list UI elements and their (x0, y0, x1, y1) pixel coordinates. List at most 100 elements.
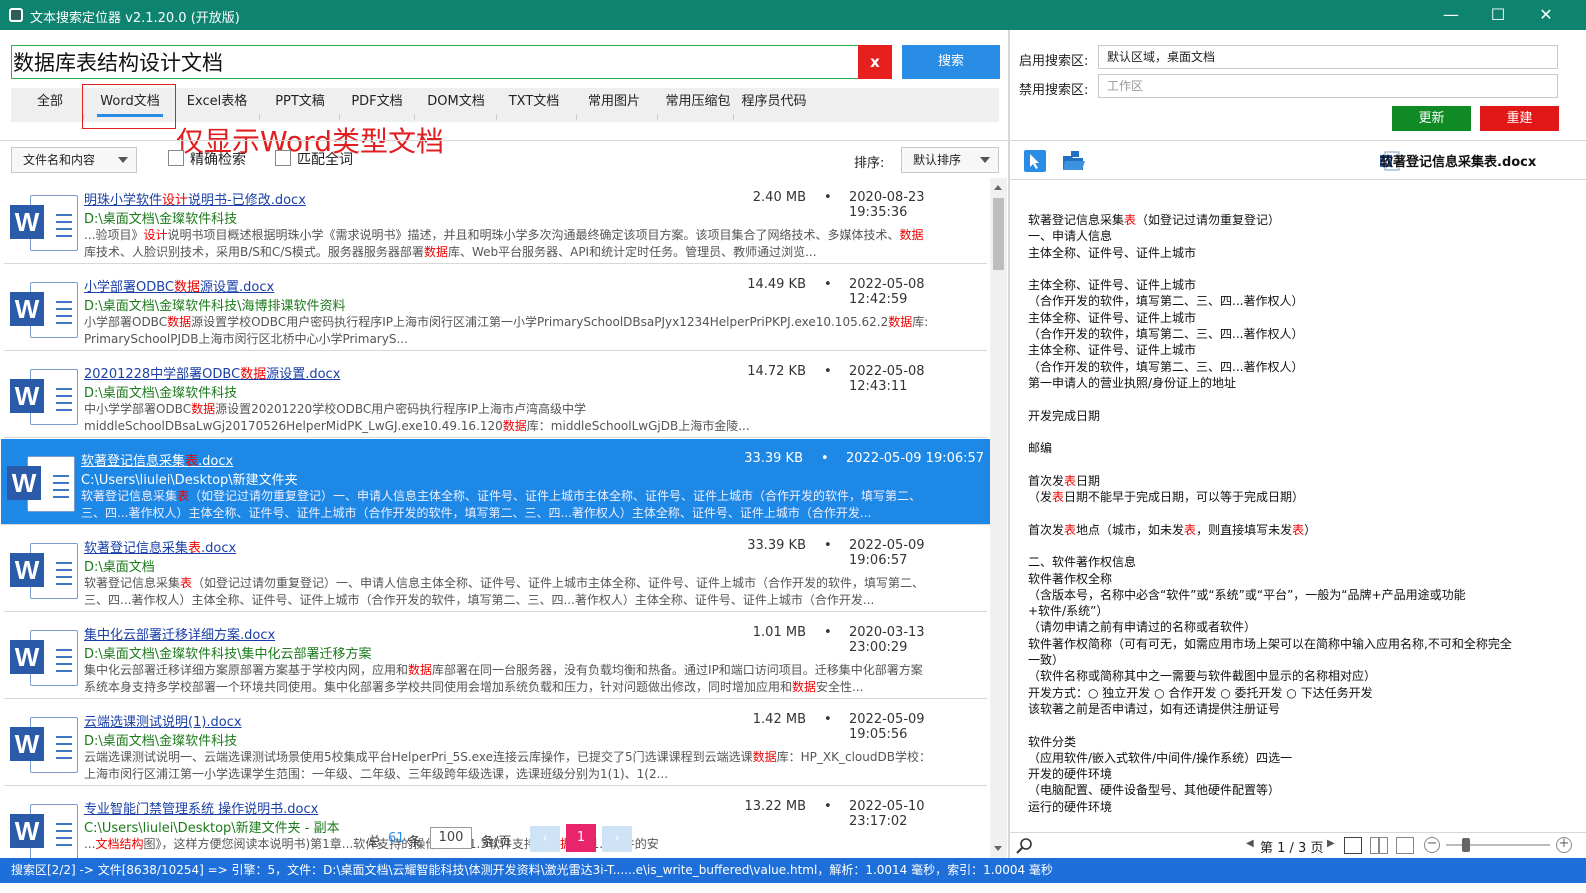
file-name-link[interactable]: 明珠小学软件设计说明书-已修改.docx (84, 189, 306, 208)
preview-text: 开发完成日期 (1028, 408, 1101, 423)
enable-area-field[interactable]: 默认区域，桌面文档 (1098, 45, 1558, 69)
highlight-text: 数据 (888, 315, 913, 329)
content-snippet: 中小学学部署ODBC数据源设置20201220学校ODBC用户密码执行程序IP上… (84, 401, 979, 435)
match-scope-select[interactable]: 文件名和内容 (11, 147, 137, 173)
locate-icon[interactable] (1023, 149, 1047, 173)
file-name-link[interactable]: 专业智能门禁管理系统 操作说明书.docx (84, 798, 318, 817)
two-page-view-icon[interactable] (1370, 837, 1388, 854)
search-icon[interactable] (1016, 837, 1034, 855)
page-size-input[interactable]: 100 (430, 827, 472, 849)
result-row[interactable]: W 云端选课测试说明(1).docx 1.42 MB • 2022-05-09 19:0… (4, 700, 987, 786)
file-path[interactable]: D:\桌面文档\金璨软件科技 (84, 208, 237, 227)
tab-label: 常用图片 (587, 94, 640, 109)
prev-page-icon[interactable]: ◀ (1246, 838, 1254, 849)
scroll-up-icon[interactable] (994, 185, 1002, 190)
search-input[interactable] (12, 46, 858, 78)
file-path[interactable]: D:\桌面文档\金璨软件科技\海博排课软件资料 (84, 295, 346, 314)
tab-2[interactable]: Excel表格 (177, 88, 257, 122)
tab-3[interactable]: PPT文稿 (261, 88, 339, 122)
file-name-link[interactable]: 软著登记信息采集表.docx (81, 450, 233, 469)
maximize-button[interactable]: ☐ (1487, 4, 1509, 26)
snippet-line: 上海市闵行区浦江第一小学选课学生范围：一年级、二年级、三年级跨年级选课，选课班级… (84, 766, 979, 783)
zoom-slider-thumb[interactable] (1462, 838, 1470, 852)
tab-6[interactable]: TXT文档 (498, 88, 570, 122)
single-page-view-icon[interactable] (1344, 837, 1362, 854)
result-row[interactable]: W 软著登记信息采集表.docx 33.39 KB • 2022-05-09 19:06… (1, 439, 990, 525)
word-doc-icon: W (10, 369, 80, 425)
doc-line (56, 235, 72, 237)
file-path[interactable]: C:\Users\liulei\Desktop\新建文件夹 - 副本 (84, 817, 340, 836)
preview-line: 软著登记信息采集表（如登记过请勿重复登记） (1028, 212, 1558, 228)
tab-7[interactable]: 常用图片 (578, 88, 650, 122)
minimize-button[interactable]: — (1440, 4, 1462, 26)
clear-search-button[interactable]: x (858, 45, 892, 79)
update-button[interactable]: 更新 (1392, 106, 1471, 131)
result-row[interactable]: W 集中化云部署迁移详细方案.docx 1.01 MB • 2020-03-13 23:… (4, 613, 987, 699)
file-date: 2022-05-08 12:42:59 (849, 277, 925, 307)
exact-search-checkbox[interactable] (168, 150, 184, 166)
preview-line (1028, 505, 1558, 521)
file-path[interactable]: D:\桌面文档\金璨软件科技 (84, 382, 237, 401)
whole-word-checkbox[interactable] (275, 150, 291, 166)
doc-line (56, 569, 72, 571)
close-button[interactable]: ✕ (1535, 4, 1557, 26)
file-name-link[interactable]: 集中化云部署迁移详细方案.docx (84, 624, 275, 643)
prev-page-button[interactable]: ‹ (530, 826, 560, 852)
file-path[interactable]: D:\桌面文档 (84, 556, 155, 575)
preview-line (1028, 717, 1558, 733)
tab-4[interactable]: PDF文档 (341, 88, 413, 122)
title-bar: 文本搜索定位器 v2.1.20.0 (开放版) — ☐ ✕ (0, 0, 1586, 30)
result-row[interactable]: W 小学部署ODBC数据源设置.docx 14.49 KB • 2022-05-08 1… (4, 265, 987, 351)
whole-word-label: 匹配全词 (297, 152, 353, 168)
grid-view-icon[interactable] (1396, 837, 1414, 854)
result-row[interactable]: W 软著登记信息采集表.docx 33.39 KB • 2022-05-09 19:06… (4, 526, 987, 612)
result-row[interactable]: W 明珠小学软件设计说明书-已修改.docx 2.40 MB • 2020-08-23 … (4, 178, 987, 264)
scroll-thumb[interactable] (993, 198, 1004, 270)
disable-area-field[interactable]: 工作区 (1098, 74, 1558, 98)
scroll-down-icon[interactable] (994, 846, 1002, 851)
rebuild-button[interactable]: 重建 (1480, 106, 1559, 131)
file-name-link[interactable]: 软著登记信息采集表.docx (84, 537, 236, 556)
preview-line: 二、软件著作权信息 (1028, 554, 1558, 570)
tab-label: PPT文稿 (275, 94, 325, 109)
result-row[interactable]: W 20201228中学部署ODBC数据源设置.docx 14.72 KB • 2022… (4, 352, 987, 438)
file-name-link[interactable]: 20201228中学部署ODBC数据源设置.docx (84, 363, 340, 382)
file-path[interactable]: C:\Users\liulei\Desktop\新建文件夹 (81, 469, 298, 488)
separator-dot: • (824, 277, 832, 292)
file-path[interactable]: D:\桌面文档\金璨软件科技\集中化云部署迁移方案 (84, 643, 372, 662)
zoom-in-icon[interactable]: + (1556, 837, 1572, 853)
preview-text: 首次发 (1028, 522, 1065, 537)
doc-line (53, 489, 69, 491)
tab-5[interactable]: DOM文档 (416, 88, 496, 122)
tab-9[interactable]: 程序员代码 (735, 88, 813, 122)
file-name-link[interactable]: 小学部署ODBC数据源设置.docx (84, 276, 274, 295)
preview-line: 开发的硬件环境 (1028, 766, 1558, 782)
file-path[interactable]: D:\桌面文档\金璨软件科技 (84, 730, 237, 749)
next-page-icon[interactable]: ▶ (1327, 838, 1335, 849)
tab-8[interactable]: 常用压缩包 (659, 88, 737, 122)
snippet-text: 云端选课测试说明一、云端选课测试场景使用5校集成平台HelperPri_5S.e… (84, 750, 753, 764)
search-button[interactable]: 搜索 (902, 45, 1000, 79)
results-scrollbar[interactable] (990, 178, 1007, 858)
sort-select[interactable]: 默认排序 (901, 147, 999, 173)
file-date: 2022-05-10 23:17:02 (849, 799, 925, 829)
highlight-text: 数据 (899, 228, 924, 242)
doc-line (56, 670, 72, 672)
file-name-link[interactable]: 云端选课测试说明(1).docx (84, 711, 242, 730)
next-page-button[interactable]: › (602, 826, 632, 852)
snippet-line: 库技术、人脸识别技术，采用B/S和C/S模式。服务器服务器部署数据库、Web平台… (84, 244, 979, 261)
preview-line: 运行的硬件环境 (1028, 799, 1558, 815)
highlight-text: 表 (1064, 473, 1077, 488)
doc-line (53, 482, 69, 484)
highlight-text: 设计 (143, 228, 168, 242)
tab-0[interactable]: 全部 (25, 88, 75, 122)
doc-line (56, 656, 72, 658)
current-page-button[interactable]: 1 (566, 824, 596, 852)
preview-text: 软件著作权简称（可有可无，如需应用市场上架可以在简称中输入应用名称,不可和全称完… (1028, 636, 1512, 651)
preview-text: 主体全称、证件号、证件上城市 (1028, 278, 1197, 293)
preview-line: （合作开发的软件，填写第二、三、四...著作权人） (1028, 326, 1558, 342)
open-folder-icon[interactable] (1061, 149, 1087, 173)
preview-line: （应用软件/嵌入式软件/中间件/操作系统）四选一 (1028, 750, 1558, 766)
zoom-out-icon[interactable]: − (1424, 837, 1440, 853)
word-badge: W (10, 379, 44, 413)
